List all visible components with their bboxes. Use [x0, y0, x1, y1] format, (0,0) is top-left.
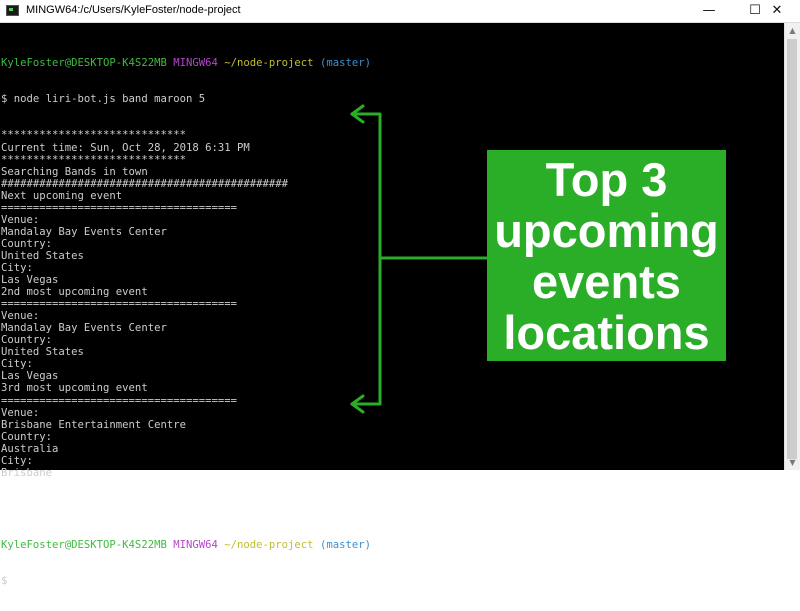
- callout-text: Top 3 upcoming events locations: [494, 154, 719, 358]
- prompt-line-2: KyleFoster@DESKTOP-K4S22MB MINGW64 ~/nod…: [1, 539, 781, 551]
- scroll-up-arrow-icon[interactable]: ▲: [785, 23, 800, 38]
- vertical-scrollbar[interactable]: ▲ ▼: [784, 23, 800, 470]
- prompt-branch: (master): [319, 57, 371, 70]
- prompt-line: KyleFoster@DESKTOP-K4S22MB MINGW64 ~/nod…: [1, 57, 781, 69]
- window-title: MINGW64:/c/Users/KyleFoster/node-project: [26, 4, 241, 16]
- scrollbar-thumb[interactable]: [787, 39, 797, 459]
- output-line: Venue:: [1, 406, 40, 419]
- command-line: $ node liri-bot.js band maroon 5: [1, 93, 206, 106]
- output-line: Country:: [1, 430, 53, 443]
- title-bar[interactable]: MINGW64:/c/Users/KyleFoster/node-project…: [0, 0, 800, 23]
- minimize-button[interactable]: —: [686, 0, 732, 22]
- mingw-terminal-icon: [6, 5, 19, 16]
- callout-line: Top 3: [545, 152, 668, 206]
- prompt-user: KyleFoster@DESKTOP-K4S22MB: [1, 57, 167, 70]
- scroll-down-arrow-icon[interactable]: ▼: [785, 455, 800, 470]
- close-button[interactable]: ✕: [754, 0, 800, 22]
- prompt-path: ~/node-project: [224, 57, 314, 70]
- final-prompt: $: [1, 575, 14, 588]
- prompt-path: ~/node-project: [224, 539, 314, 552]
- output-line: Australia: [1, 442, 59, 455]
- callout-line: upcoming: [494, 203, 719, 257]
- output-line: 3rd most upcoming event: [1, 382, 148, 395]
- prompt-user: KyleFoster@DESKTOP-K4S22MB: [1, 539, 167, 552]
- output-line: =====================================: [1, 394, 237, 407]
- callout-line: events: [532, 254, 681, 308]
- prompt-env: MINGW64: [173, 57, 218, 70]
- input-line[interactable]: $: [1, 575, 781, 587]
- output-line: Brisbane: [1, 466, 53, 479]
- output-line: City:: [1, 454, 33, 467]
- terminal-window: MINGW64:/c/Users/KyleFoster/node-project…: [0, 0, 800, 587]
- callout-line: locations: [503, 305, 710, 359]
- output-line: *****************************: [1, 129, 186, 142]
- text-cursor: [13, 582, 20, 586]
- output-line: Brisbane Entertainment Centre: [1, 418, 186, 431]
- output-line: Las Vegas: [1, 370, 59, 383]
- prompt-branch: (master): [319, 539, 371, 552]
- prompt-env: MINGW64: [173, 539, 218, 552]
- annotation-callout: Top 3 upcoming events locations: [487, 150, 726, 361]
